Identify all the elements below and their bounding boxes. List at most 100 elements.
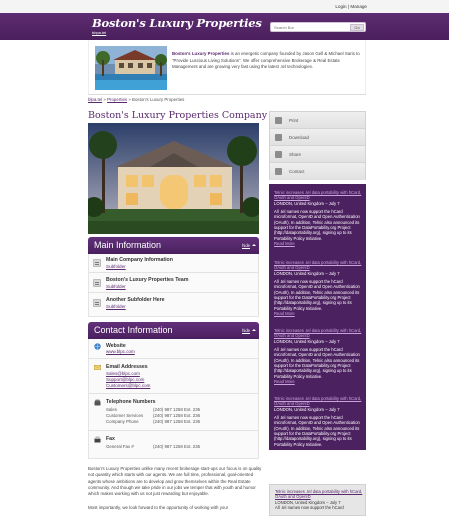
news-panel: Telnic increases .tel data portability w… — [269, 184, 366, 450]
secondary-news-panel: Telnic increases .tel data portability w… — [269, 484, 366, 516]
folder-icon — [93, 299, 101, 307]
main-information-header: Main Information hide — [88, 237, 259, 254]
news-item: Telnic increases .tel data portability w… — [274, 328, 362, 385]
news-item: Telnic increases .tel data portability w… — [274, 260, 362, 317]
news-body: All .tel names now support the hCard — [275, 505, 344, 511]
list-item[interactable]: Main Company Information Subfolder — [89, 254, 258, 273]
list-item[interactable]: Another Subfolder Here Subfolder — [89, 294, 258, 313]
breadcrumb-separator: » — [128, 97, 131, 102]
printer-icon — [275, 117, 282, 124]
email-support-link[interactable]: Support@blpc.com — [106, 377, 144, 382]
telephone-entry: Telephone Numbers Sales (240) 987 1258 E… — [89, 395, 258, 431]
news-body: All .tel names now support the hCard mic… — [274, 278, 360, 311]
contact-card-icon — [275, 168, 282, 175]
share-label: Share — [289, 152, 302, 157]
breadcrumb-root-link[interactable]: blpa.tel — [88, 97, 102, 102]
news-body: All .tel names now support the hCard mic… — [274, 346, 360, 379]
news-location: LONDON, United Kingdom – July 7 — [274, 338, 340, 344]
main-information-list: Main Company Information Subfolder Bosto… — [88, 254, 259, 317]
search-box: Go — [270, 22, 366, 32]
news-headline-link[interactable]: Telnic increases .tel data portability w… — [275, 489, 363, 500]
folder-icon — [93, 259, 101, 267]
main-information-hide-link[interactable]: hide — [242, 243, 250, 248]
intro-section: Boston's Luxury Properties is an energet… — [88, 40, 366, 94]
phone-label: Customer Services — [106, 413, 144, 418]
house-hero-image — [88, 123, 259, 234]
contact-information-header: Contact Information hide — [88, 322, 259, 339]
news-item: Telnic increases .tel data portability w… — [274, 190, 362, 247]
contact-information-list: Website www.blpc.com Email Addresses Sal… — [88, 339, 259, 459]
search-input[interactable] — [274, 24, 344, 31]
download-button[interactable]: Download — [270, 129, 365, 146]
email-title: Email Addresses — [106, 364, 148, 370]
contact-label: Contact — [289, 169, 305, 174]
list-item-title: Another Subfolder Here — [106, 297, 165, 303]
news-read-more-link[interactable]: Read More — [274, 311, 362, 316]
phone-value: (240) 987 1258 Ext. 236 — [153, 407, 201, 412]
site-header: Boston's Luxury Properties bbpa.tel Go — [0, 13, 449, 40]
list-item-title: Boston's Luxury Properties Team — [106, 277, 189, 283]
fax-title: Fax — [106, 436, 115, 442]
breadcrumb-properties-link[interactable]: Properties — [107, 97, 127, 102]
news-read-more-link[interactable]: Read More — [274, 241, 362, 246]
news-headline-link[interactable]: Telnic increases .tel data portability w… — [274, 328, 362, 339]
print-button[interactable]: Print — [270, 112, 365, 129]
news-location: LONDON, United Kingdom – July 7 — [274, 200, 340, 206]
folder-icon — [93, 279, 101, 287]
download-icon — [275, 134, 282, 141]
list-item[interactable]: Boston's Luxury Properties Team Subfolde… — [89, 274, 258, 293]
breadcrumb-separator: » — [103, 97, 106, 102]
share-button[interactable]: Share — [270, 146, 365, 163]
house-thumbnail-image — [95, 46, 167, 90]
collapse-arrow-icon[interactable] — [252, 329, 256, 331]
fax-value: (240) 987 1258 Ext. 236 — [153, 444, 201, 449]
action-panel: Print Download Share Contact — [269, 111, 366, 180]
phone-value: (240) 987 1258 Ext. 236 — [153, 419, 201, 424]
news-body: All .tel names now support the hCard mic… — [274, 414, 360, 447]
breadcrumb-current: Boston's Luxury Properties — [132, 97, 185, 102]
news-location: LONDON, United Kingdom – July 7 — [274, 270, 340, 276]
news-item: Telnic increases .tel data portability w… — [275, 489, 363, 511]
news-location: LONDON, United Kingdom – July 7 — [274, 406, 340, 412]
phone-label: Sales — [106, 407, 117, 412]
print-label: Print — [289, 118, 299, 123]
fax-entry: Fax General Fax # (240) 987 1258 Ext. 23… — [89, 432, 258, 458]
subfolder-link[interactable]: Subfolder — [106, 264, 126, 269]
website-link[interactable]: www.blpc.com — [106, 349, 135, 354]
news-headline-link[interactable]: Telnic increases .tel data portability w… — [274, 260, 362, 271]
list-item-title: Main Company Information — [106, 257, 173, 263]
main-information-title: Main Information — [94, 240, 162, 250]
contact-information-hide-link[interactable]: hide — [242, 328, 250, 333]
contact-information-title: Contact Information — [94, 325, 173, 335]
divider — [88, 94, 366, 95]
telephone-title: Telephone Numbers — [106, 399, 156, 405]
top-bar: Login | Manage — [0, 0, 449, 13]
about-paragraph: Boston's Luxury Properties unlike many r… — [88, 466, 262, 497]
contact-button[interactable]: Contact — [270, 163, 365, 180]
download-label: Download — [289, 135, 310, 140]
email-sales-link[interactable]: Sales@blpc.com — [106, 371, 140, 376]
news-body: All .tel names now support the hCard mic… — [274, 208, 360, 241]
top-links-separator: | — [347, 4, 350, 9]
subfolder-link[interactable]: Subfolder — [106, 284, 126, 289]
fax-icon — [94, 436, 101, 443]
globe-icon — [94, 343, 101, 350]
website-entry: Website www.blpc.com — [89, 339, 258, 359]
intro-brand: Boston's Luxury Properties — [172, 51, 230, 56]
share-icon — [275, 151, 282, 158]
breadcrumb: blpa.tel » Properties » Boston's Luxury … — [88, 97, 184, 102]
collapse-arrow-icon[interactable] — [252, 244, 256, 246]
envelope-icon — [94, 364, 101, 371]
site-logo[interactable]: Boston's Luxury Properties — [92, 16, 262, 30]
phone-value: (240) 987 1258 Ext. 236 — [153, 413, 201, 418]
search-button[interactable]: Go — [350, 24, 364, 31]
manage-link[interactable]: Manage — [350, 4, 367, 9]
site-domain-link[interactable]: bbpa.tel — [92, 30, 106, 35]
login-link[interactable]: Login — [335, 4, 346, 9]
subfolder-link[interactable]: Subfolder — [106, 304, 126, 309]
news-headline-link[interactable]: Telnic increases .tel data portability w… — [274, 396, 362, 407]
news-headline-link[interactable]: Telnic increases .tel data portability w… — [274, 190, 362, 201]
news-read-more-link[interactable]: Read More — [274, 379, 362, 384]
email-customers-link[interactable]: Customers@blpc.com — [106, 383, 150, 388]
phone-icon — [94, 399, 101, 406]
